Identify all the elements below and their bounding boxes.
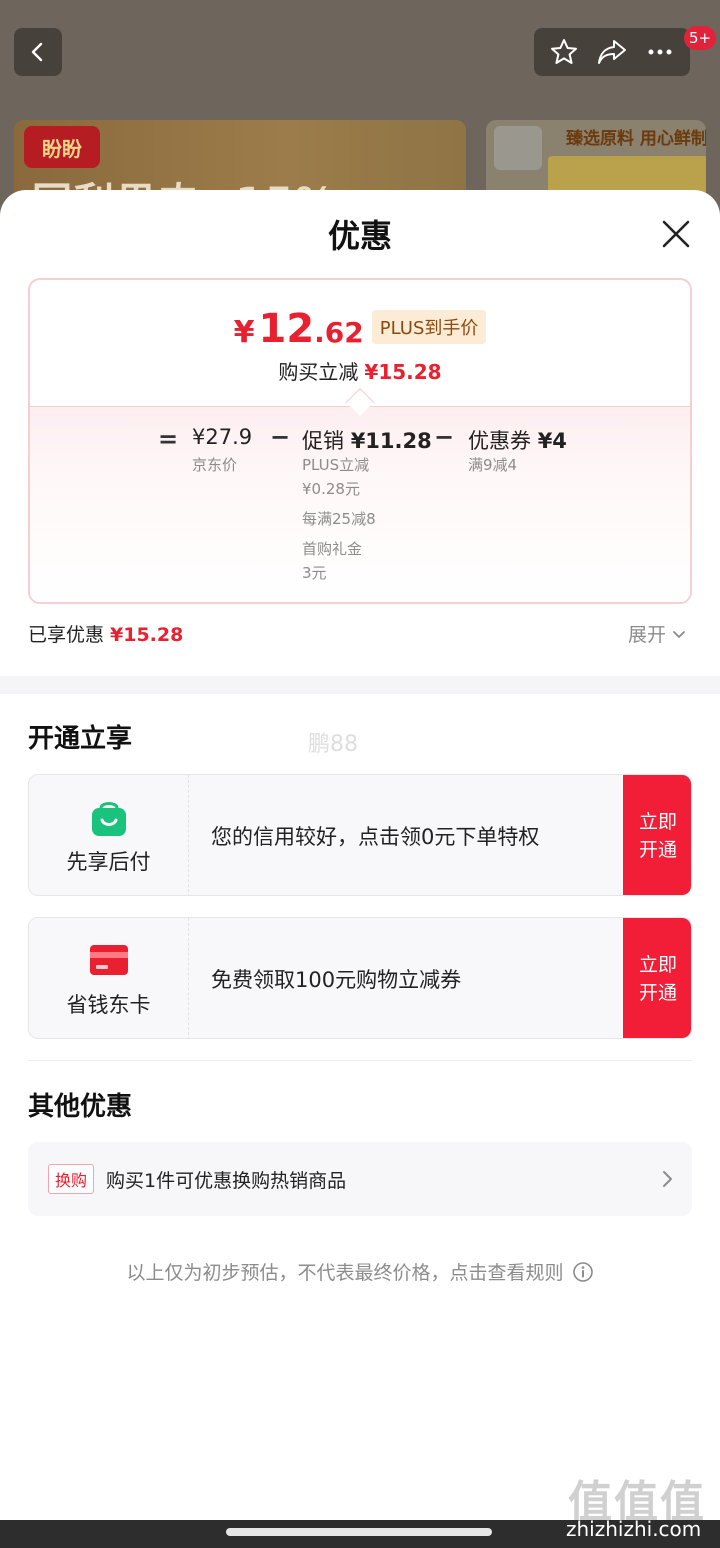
open-section-title: 开通立享 [28, 724, 133, 754]
currency-symbol: ¥ [233, 315, 255, 350]
chevron-right-icon [663, 1171, 672, 1187]
top-action-group [534, 28, 690, 76]
promo-detail-gift-label: 首购礼金 [302, 540, 363, 558]
price-formula: = ¥27.9 京东价 − 促销 ¥11.28 PLUS立减 ¥0.28元 每满… [30, 406, 690, 602]
close-button[interactable] [656, 214, 696, 254]
site-watermark-url: zhizhizhi.com [566, 1517, 702, 1541]
rules-note-text: 以上仅为初步预估，不代表最终价格，点击查看规则 [126, 1262, 564, 1284]
chevron-down-icon [673, 630, 685, 638]
expand-button[interactable]: 展开 [628, 620, 688, 647]
more-icon[interactable] [645, 37, 675, 67]
info-icon [572, 1261, 593, 1282]
coupon-detail: 满9减4 [468, 456, 518, 474]
other-section-title: 其他优惠 [28, 1092, 133, 1122]
enjoyed-label: 已享优惠 [28, 624, 105, 646]
promo-amount: ¥11.28 [350, 429, 432, 453]
final-price: ¥ 12 .62 [234, 306, 364, 352]
minus-sign-1: − [270, 423, 291, 451]
promo-label: 促销 [302, 429, 344, 453]
savings-card-description: 免费领取100元购物立减券 [211, 968, 462, 992]
coupon-label: 优惠券 [468, 429, 531, 453]
exchange-tag: 换购 [48, 1164, 95, 1194]
jd-price-label: 京东价 [192, 456, 238, 474]
message-badge: 5+ [684, 26, 717, 50]
enjoyed-discount: 已享优惠 ¥15.28 [28, 620, 183, 647]
rules-note[interactable]: 以上仅为初步预估，不代表最终价格，点击查看规则 [0, 1258, 720, 1285]
final-price-row: ¥ 12 .62 PLUS到手价 [30, 306, 690, 352]
pay-later-name: 先享后付 [66, 850, 151, 874]
user-watermark: 鹏88 [308, 732, 358, 757]
equals-sign: = [158, 425, 179, 453]
card-icon [89, 945, 128, 975]
banner-slogan: 臻选原料 用心鲜制 [566, 129, 706, 149]
savings-card-name: 省钱东卡 [66, 993, 151, 1017]
brand-logo: 盼盼 [24, 126, 100, 168]
promo-detail-gift: 首购礼金 3元 [302, 537, 362, 585]
final-price-decimal: .62 [314, 316, 364, 349]
exchange-offer-row[interactable]: 换购 购买1件可优惠换购热销商品 [28, 1142, 692, 1216]
shopping-bag-icon [91, 802, 126, 836]
coupon-total: 优惠券 ¥4 [468, 425, 567, 455]
pay-later-open-button[interactable]: 立即开通 [623, 775, 691, 895]
promo-detail-plus-label: PLUS立减 [302, 456, 370, 474]
section-divider [0, 676, 720, 694]
enjoyed-amount: ¥15.28 [110, 624, 184, 646]
pay-later-card[interactable]: 先享后付 您的信用较好，点击领0元下单特权 立即开通 [28, 774, 692, 896]
promo-detail-plus-amount: ¥0.28元 [302, 480, 360, 498]
savings-card-open-button[interactable]: 立即开通 [623, 918, 691, 1038]
brand-emblem [494, 126, 542, 170]
section-separator [28, 1060, 692, 1061]
promo-detail-plus: PLUS立减 ¥0.28元 [302, 453, 369, 501]
close-icon [662, 220, 690, 248]
sheet-title: 优惠 [327, 217, 392, 255]
exchange-offer-text: 购买1件可优惠换购热销商品 [106, 1169, 347, 1192]
coupon-amount: ¥4 [537, 429, 567, 453]
star-icon[interactable] [549, 37, 579, 67]
promo-detail-gift-amount: 3元 [302, 564, 327, 582]
plus-price-tag: PLUS到手价 [371, 310, 487, 344]
price-breakdown-card: ¥ 12 .62 PLUS到手价 购买立减 ¥15.28 = ¥27.9 京东价 … [28, 278, 692, 604]
pay-later-description: 您的信用较好，点击领0元下单特权 [211, 825, 540, 849]
savings-card-brand: 省钱东卡 [29, 918, 189, 1038]
reduction-label: 购买立减 [278, 360, 359, 384]
sheet-header: 优惠 [0, 190, 720, 278]
savings-card[interactable]: 省钱东卡 免费领取100元购物立减券 立即开通 [28, 917, 692, 1039]
minus-sign-2: − [434, 423, 455, 451]
chevron-left-icon [31, 42, 43, 62]
share-icon[interactable] [596, 37, 628, 67]
expand-label: 展开 [628, 624, 667, 646]
final-price-integer: 12 [258, 306, 315, 352]
instant-reduction: 购买立减 ¥15.28 [30, 356, 690, 385]
jd-price: ¥27.9 [192, 425, 253, 449]
background-page: 5+ 盼盼 回利果肉≥15% 臻选原料 用心鲜制 [0, 0, 720, 210]
discount-sheet: 优惠 ¥ 12 .62 PLUS到手价 购买立减 ¥15.28 = ¥27.9 京… [0, 190, 720, 1520]
pay-later-brand: 先享后付 [29, 775, 189, 895]
promo-detail-full-reduction: 每满25减8 [302, 510, 376, 528]
promo-total: 促销 ¥11.28 [302, 425, 432, 455]
home-indicator[interactable] [226, 1528, 492, 1536]
back-button[interactable] [14, 28, 62, 76]
reduction-amount: ¥15.28 [364, 360, 442, 384]
